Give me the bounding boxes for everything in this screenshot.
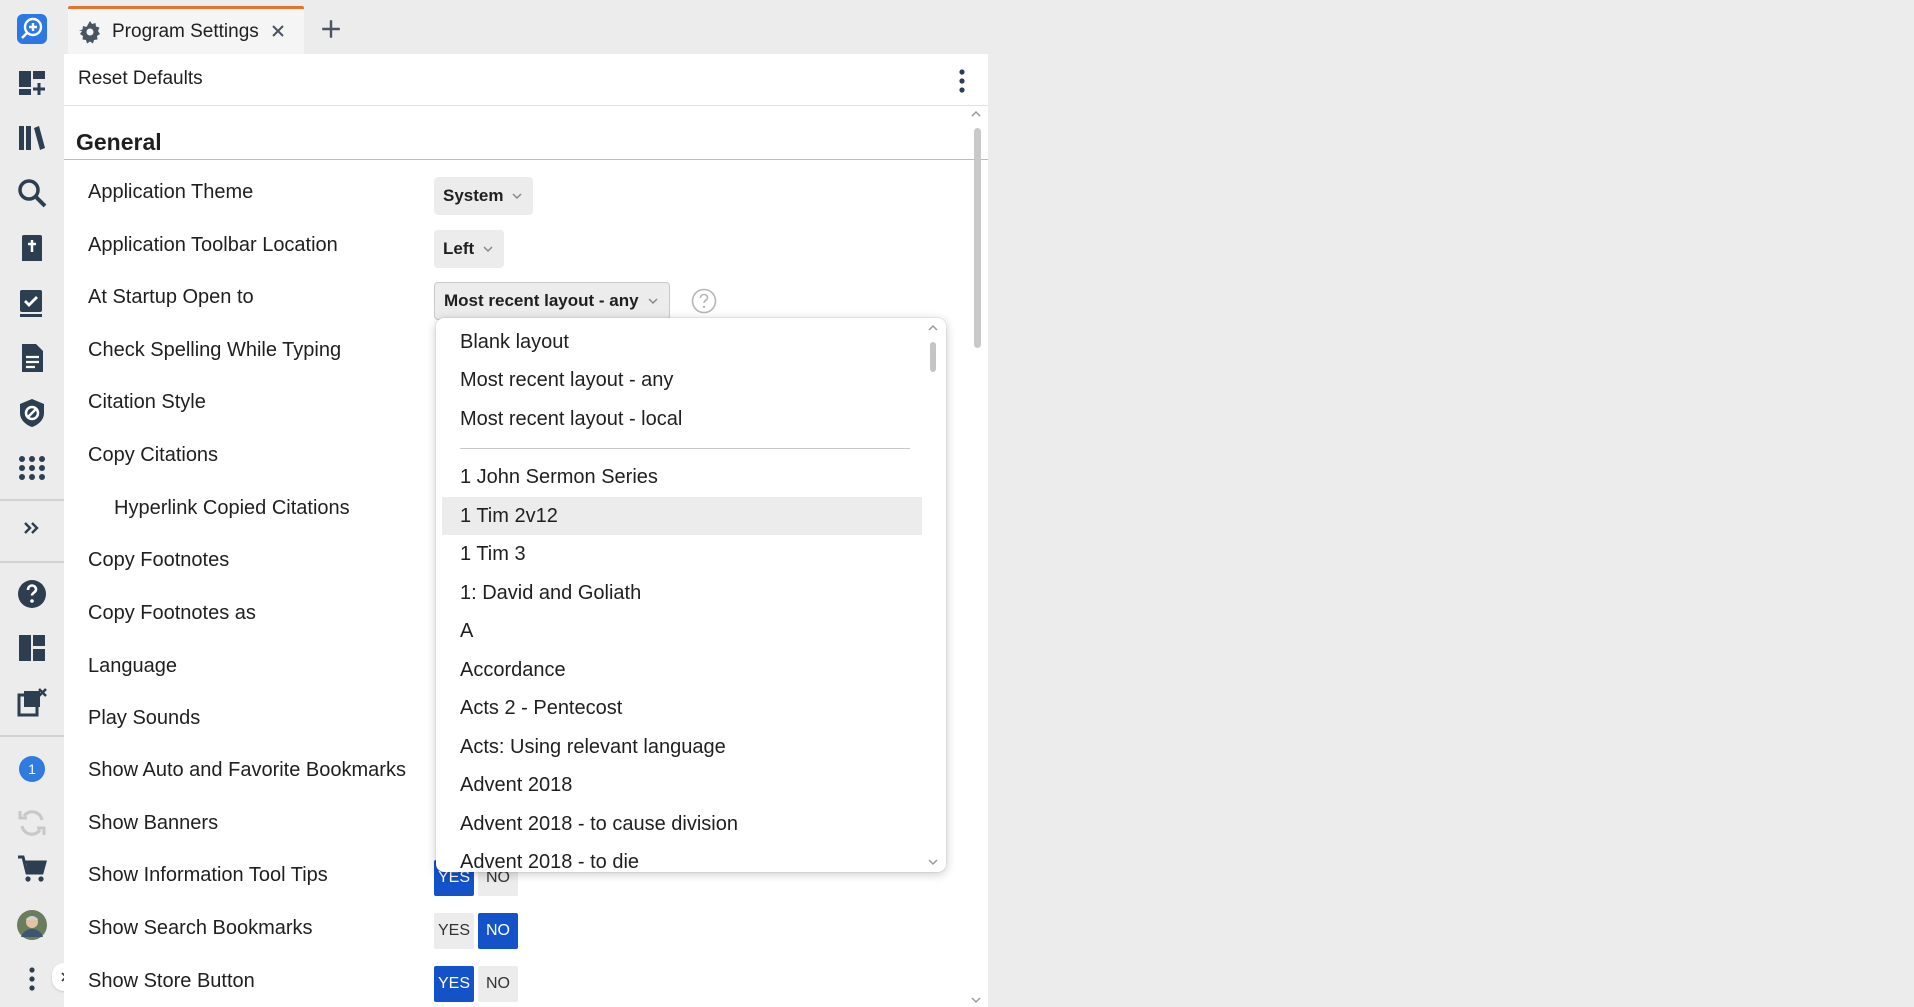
store-button-toggle: YES NO [434,966,518,1002]
expand-chevrons-icon[interactable] [12,508,52,548]
help-circle-icon[interactable] [691,288,717,314]
dropdown-option[interactable]: Advent 2018 - to die [442,843,922,873]
setting-label-auto-bookmarks: Show Auto and Favorite Bookmarks [88,759,406,781]
more-vertical-icon [959,69,965,93]
dropdown-option[interactable]: Acts: Using relevant language [442,728,922,766]
search-bookmarks-no-button[interactable]: NO [478,913,518,949]
startup-layout-dropdown: Blank layout Most recent layout - any Mo… [436,318,946,872]
scroll-up-icon[interactable] [969,108,983,120]
close-tab-button[interactable] [266,19,290,43]
apps-grid-icon[interactable] [12,448,52,488]
setting-label-language: Language [88,655,177,677]
more-vertical-icon[interactable] [12,959,52,999]
search-bookmarks-toggle: YES NO [434,913,518,949]
dropdown-option[interactable]: 1 John Sermon Series [442,458,922,496]
shield-icon[interactable] [12,393,52,433]
dropdown-option[interactable]: A [442,612,922,650]
setting-label-copy-footnotes-as: Copy Footnotes as [88,602,256,624]
startup-open-select[interactable]: Most recent layout - any [434,282,670,320]
search-icon[interactable] [12,173,52,213]
dropdown-option[interactable]: 1 Tim 3 [442,535,922,573]
dropdown-option[interactable]: Accordance [442,651,922,689]
app-toolbar: 1 [0,0,76,1007]
application-theme-value: System [443,186,504,205]
dropdown-divider [460,448,910,449]
setting-label-info-tooltips: Show Information Tool Tips [88,864,328,886]
dropdown-option[interactable]: Blank layout [442,323,922,361]
setting-label-show-banners: Show Banners [88,812,219,834]
reset-defaults-button[interactable]: Reset Defaults [78,68,203,90]
setting-label-copy-footnotes: Copy Footnotes [88,549,230,571]
setting-label-store-button: Show Store Button [88,970,255,992]
dropdown-option[interactable]: Most recent layout - any [442,361,922,399]
panel-toolbar: Reset Defaults [64,54,988,106]
setting-label-copy-citations: Copy Citations [88,444,219,466]
settings-scrollbar[interactable] [966,108,982,1006]
section-divider [64,159,988,160]
plus-icon [322,20,340,38]
gear-icon [79,20,100,43]
setting-label-citation-style: Citation Style [88,391,206,413]
dropdown-scroll-down-icon[interactable] [926,856,940,868]
toolbar-location-value: Left [443,239,475,258]
dropdown-option[interactable]: Acts 2 - Pentecost [442,689,922,727]
store-button-yes-button[interactable]: YES [434,966,474,1002]
sync-icon[interactable] [12,803,52,843]
close-icon [272,25,284,37]
application-theme-select[interactable]: System [434,177,534,215]
logos-home-icon[interactable] [12,9,52,49]
chevron-down-icon [512,193,523,200]
setting-label-application-theme: Application Theme [88,181,254,203]
section-title: General [76,129,162,155]
library-icon[interactable] [12,118,52,158]
dropdown-option[interactable]: Advent 2018 [442,766,922,804]
close-panels-icon[interactable] [12,682,52,722]
dropdown-option[interactable]: Most recent layout - local [442,400,922,438]
dropdown-option-hovered[interactable]: 1 Tim 2v12 [442,497,922,535]
setting-label-toolbar-location: Application Toolbar Location [88,234,338,256]
setting-label-hyperlink-citations: Hyperlink Copied Citations [114,497,350,519]
new-tab-button[interactable] [316,14,346,44]
help-icon[interactable] [12,574,52,614]
document-icon[interactable] [12,338,52,378]
user-avatar[interactable] [12,905,52,945]
notification-count: 1 [28,761,36,777]
setting-label-play-sounds: Play Sounds [88,707,201,729]
chevron-down-icon [648,298,658,305]
chevron-down-icon [483,246,493,253]
store-button-no-button[interactable]: NO [478,966,518,1002]
dropdown-scroll-up-icon[interactable] [926,322,940,334]
dropdown-scrollbar-thumb[interactable] [930,342,936,372]
dropdown-option[interactable]: 1: David and Goliath [442,574,922,612]
tab-program-settings[interactable]: Program Settings [68,6,304,54]
bible-icon[interactable] [12,228,52,268]
scrollbar-thumb[interactable] [974,128,981,348]
scroll-down-icon[interactable] [969,994,983,1006]
startup-open-value: Most recent layout - any [444,291,639,310]
setting-label-spelling: Check Spelling While Typing [88,339,342,361]
setting-label-startup-open: At Startup Open to [88,286,254,308]
dropdown-option[interactable]: Advent 2018 - to cause division [442,805,922,843]
panel-menu-button[interactable] [950,66,974,96]
layouts-icon[interactable] [12,628,52,668]
notification-badge-icon[interactable]: 1 [12,749,52,789]
toolbar-location-select[interactable]: Left [434,230,505,268]
search-bookmarks-yes-button[interactable]: YES [434,913,474,949]
cart-icon[interactable] [12,849,52,889]
checklist-icon[interactable] [12,283,52,323]
tab-title: Program Settings [112,20,259,42]
setting-label-search-bookmarks: Show Search Bookmarks [88,917,313,939]
add-panel-icon[interactable] [12,63,52,103]
